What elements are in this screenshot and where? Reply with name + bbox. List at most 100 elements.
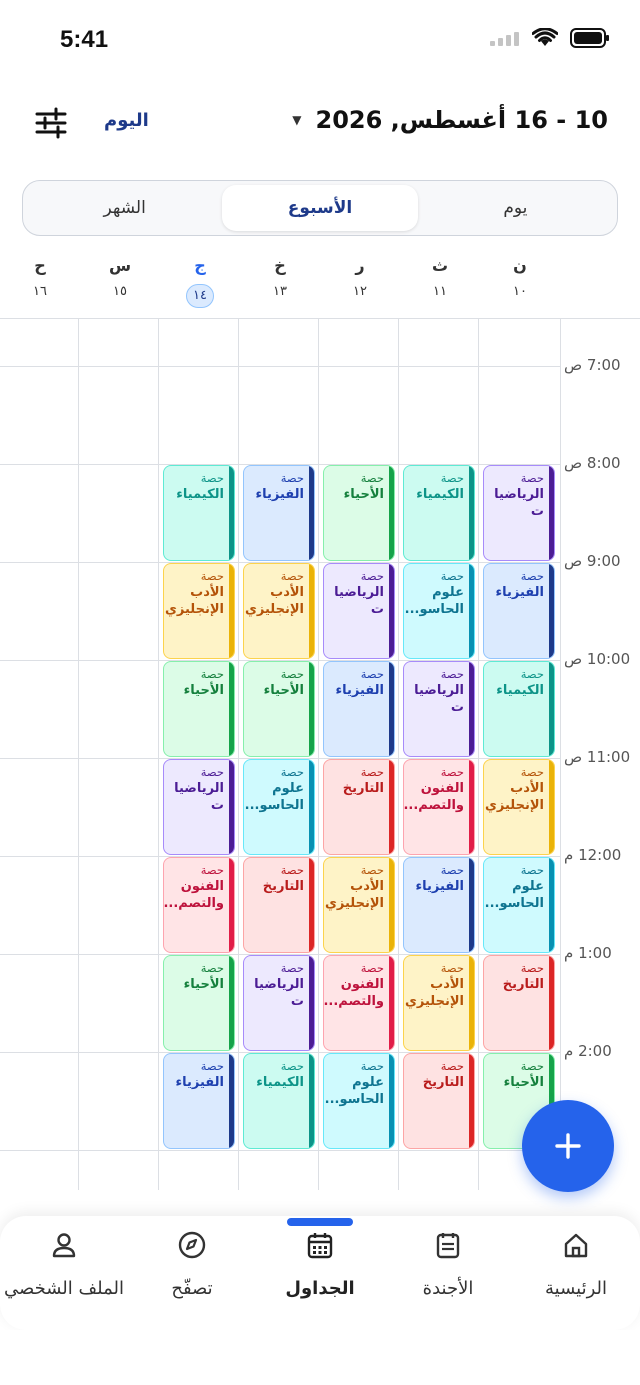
event-subject: الأحياء <box>503 1075 544 1090</box>
class-event-math[interactable]: حصة الرياضيا ت <box>403 661 475 757</box>
event-subject: الكيمياء <box>496 683 544 698</box>
event-color-bar <box>549 466 554 560</box>
event-color-bar <box>229 662 234 756</box>
hour-label: 1:00 م <box>564 944 612 962</box>
nav-item-profile[interactable]: الملف الشخصي <box>0 1230 128 1320</box>
event-subject: الفيزياء <box>175 1075 225 1090</box>
class-event-math[interactable]: حصة الرياضيا ت <box>323 563 395 659</box>
day-header[interactable]: ث ١١ <box>400 256 480 299</box>
wifi-icon <box>531 27 559 52</box>
day-number: ١٣ <box>273 284 287 299</box>
class-event-chem[interactable]: حصة الكيمياء <box>163 465 235 561</box>
event-subject: الأحياء <box>183 977 224 992</box>
event-subject: الأدب الإنجليزي <box>324 879 384 911</box>
event-subject: علوم الحاسو... <box>484 879 544 911</box>
class-event-english[interactable]: حصة الأدب الإنجليزي <box>163 563 235 659</box>
day-header[interactable]: ج ١٤ <box>160 256 240 308</box>
event-color-bar <box>389 1054 394 1148</box>
day-header[interactable]: ح ١٦ <box>0 256 80 299</box>
event-color-bar <box>229 564 234 658</box>
event-subject: الرياضيا ت <box>494 487 544 519</box>
class-event-cs[interactable]: حصة علوم الحاسو... <box>323 1053 395 1149</box>
day-header[interactable]: ر ١٢ <box>320 256 400 299</box>
class-event-cs[interactable]: حصة علوم الحاسو... <box>403 563 475 659</box>
event-color-bar <box>309 466 314 560</box>
class-event-bio[interactable]: حصة الأحياء <box>323 465 395 561</box>
class-event-arts[interactable]: حصة الفنون والتصم... <box>323 955 395 1051</box>
day-number: ١٢ <box>353 284 367 299</box>
class-event-math[interactable]: حصة الرياضيا ت <box>243 955 315 1051</box>
date-range-title: 10 - 16 أغسطس, 2026 <box>315 106 608 134</box>
nav-item-browse[interactable]: تصفّح <box>128 1230 256 1320</box>
class-event-english[interactable]: حصة الأدب الإنجليزي <box>243 563 315 659</box>
class-event-physics[interactable]: حصة الفيزياء <box>403 857 475 953</box>
event-label: حصة <box>280 667 304 681</box>
grid-column-divider <box>398 318 399 1190</box>
event-label: حصة <box>440 1059 464 1073</box>
nav-item-home[interactable]: الرئيسية <box>512 1230 640 1320</box>
grid-row-divider <box>0 366 560 367</box>
class-event-cs[interactable]: حصة علوم الحاسو... <box>483 857 555 953</box>
class-event-chem[interactable]: حصة الكيمياء <box>403 465 475 561</box>
class-event-math[interactable]: حصة الرياضيا ت <box>483 465 555 561</box>
day-number: ١٤ <box>186 284 214 308</box>
event-label: حصة <box>520 863 544 877</box>
add-event-button[interactable] <box>522 1100 614 1192</box>
event-subject: التاريخ <box>342 781 384 796</box>
class-event-history[interactable]: حصة التاريخ <box>243 857 315 953</box>
plus-icon <box>555 1133 581 1159</box>
day-header[interactable]: خ ١٣ <box>240 256 320 299</box>
class-event-history[interactable]: حصة التاريخ <box>323 759 395 855</box>
event-label: حصة <box>280 863 304 877</box>
day-header[interactable]: س ١٥ <box>80 256 160 299</box>
class-event-arts[interactable]: حصة الفنون والتصم... <box>403 759 475 855</box>
event-subject: الفيزياء <box>495 585 545 600</box>
event-subject: علوم الحاسو... <box>324 1075 384 1107</box>
day-name: ث <box>431 256 449 275</box>
hour-label: 7:00 ص <box>564 356 621 374</box>
day-number: ١٦ <box>33 284 47 299</box>
event-label: حصة <box>520 471 544 485</box>
event-label: حصة <box>200 471 224 485</box>
bottom-safe-area <box>0 1330 640 1385</box>
class-event-bio[interactable]: حصة الأحياء <box>163 955 235 1051</box>
event-label: حصة <box>280 471 304 485</box>
nav-item-schedules[interactable]: الجداول <box>256 1230 384 1320</box>
event-label: حصة <box>280 569 304 583</box>
nav-item-agenda[interactable]: الأجندة <box>384 1230 512 1320</box>
class-event-physics[interactable]: حصة الفيزياء <box>243 465 315 561</box>
event-subject: علوم الحاسو... <box>404 585 464 617</box>
class-event-english[interactable]: حصة الأدب الإنجليزي <box>323 857 395 953</box>
view-option-day[interactable]: يوم <box>418 185 613 231</box>
class-event-physics[interactable]: حصة الفيزياء <box>163 1053 235 1149</box>
date-range-picker[interactable]: 10 - 16 أغسطس, 2026 ▼ <box>292 106 608 134</box>
event-subject: التاريخ <box>502 977 544 992</box>
filter-sliders-icon[interactable] <box>34 106 68 140</box>
event-color-bar <box>469 466 474 560</box>
event-label: حصة <box>440 471 464 485</box>
event-label: حصة <box>440 667 464 681</box>
day-header[interactable]: ن ١٠ <box>480 256 560 299</box>
class-event-arts[interactable]: حصة الفنون والتصم... <box>163 857 235 953</box>
event-color-bar <box>469 1054 474 1148</box>
class-event-english[interactable]: حصة الأدب الإنجليزي <box>403 955 475 1051</box>
class-event-physics[interactable]: حصة الفيزياء <box>323 661 395 757</box>
class-event-chem[interactable]: حصة الكيمياء <box>243 1053 315 1149</box>
event-color-bar <box>389 564 394 658</box>
view-option-week[interactable]: الأسبوع <box>222 185 418 231</box>
class-event-bio[interactable]: حصة الأحياء <box>163 661 235 757</box>
class-event-history[interactable]: حصة التاريخ <box>403 1053 475 1149</box>
class-event-bio[interactable]: حصة الأحياء <box>243 661 315 757</box>
class-event-physics[interactable]: حصة الفيزياء <box>483 563 555 659</box>
nav-item-label: الأجندة <box>422 1278 474 1299</box>
class-event-english[interactable]: حصة الأدب الإنجليزي <box>483 759 555 855</box>
class-event-math[interactable]: حصة الرياضيا ت <box>163 759 235 855</box>
day-name: ر <box>355 256 365 275</box>
today-button[interactable]: اليوم <box>104 110 149 131</box>
view-option-month[interactable]: الشهر <box>27 185 222 231</box>
day-headers: ن ١٠ ث ١١ ر ١٢ خ ١٣ ج ١٤ س ١٥ ح ١٦ <box>0 256 640 316</box>
class-event-chem[interactable]: حصة الكيمياء <box>483 661 555 757</box>
class-event-history[interactable]: حصة التاريخ <box>483 955 555 1051</box>
class-event-cs[interactable]: حصة علوم الحاسو... <box>243 759 315 855</box>
event-label: حصة <box>360 667 384 681</box>
